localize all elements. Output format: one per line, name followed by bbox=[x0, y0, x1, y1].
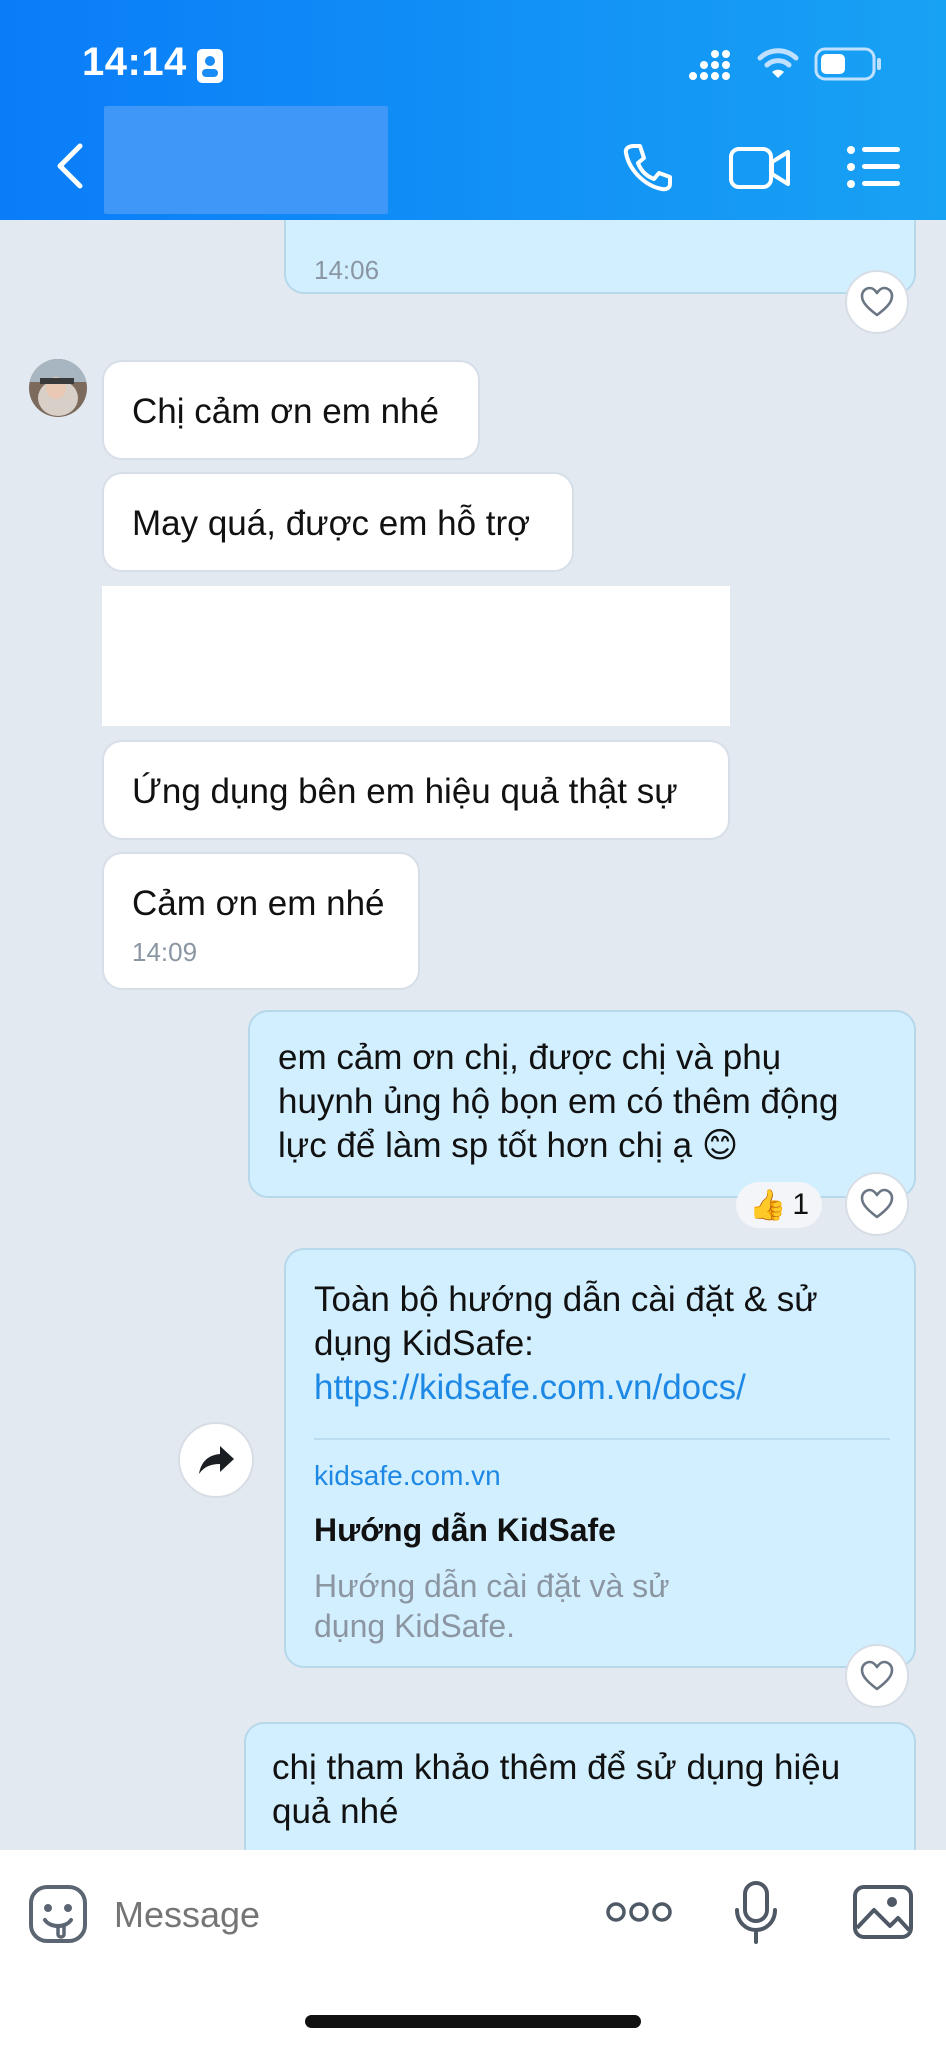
message-input[interactable] bbox=[112, 1886, 576, 1944]
message-bubble-incoming[interactable]: Chị cảm ơn em nhé bbox=[102, 360, 480, 460]
like-button[interactable] bbox=[845, 1644, 909, 1708]
back-arrow-icon[interactable] bbox=[52, 142, 88, 190]
menu-list-icon[interactable] bbox=[846, 144, 902, 190]
status-time: 14:14 bbox=[82, 40, 187, 84]
chat-header: 14:14 bbox=[0, 0, 946, 220]
message-text: May quá, được em hỗ trợ bbox=[132, 504, 531, 543]
message-text-line: chị tham khảo thêm để sử dụng hiệu bbox=[272, 1748, 841, 1787]
forward-arrow-icon bbox=[199, 1446, 234, 1474]
microphone-icon[interactable] bbox=[734, 1880, 778, 1946]
thumbs-up-icon: 👍 bbox=[748, 1188, 787, 1222]
forward-button[interactable] bbox=[178, 1422, 254, 1498]
like-button[interactable] bbox=[845, 1172, 909, 1236]
preview-description-line: Hướng dẫn cài đặt và sử bbox=[314, 1568, 670, 1604]
message-bubble-outgoing[interactable]: 14:06 bbox=[284, 220, 916, 294]
heart-icon bbox=[860, 286, 894, 317]
message-bubble-outgoing-link[interactable]: Toàn bộ hướng dẫn cài đặt & sử dụng KidS… bbox=[284, 1248, 916, 1668]
message-time: 14:06 bbox=[314, 255, 380, 285]
message-text: Ứng dụng bên em hiệu quả thật sự bbox=[132, 772, 678, 811]
home-indicator[interactable] bbox=[305, 2015, 641, 2028]
image-gallery-icon[interactable] bbox=[852, 1884, 914, 1940]
message-bubble-incoming[interactable]: Ứng dụng bên em hiệu quả thật sự bbox=[102, 740, 730, 840]
phone-call-icon[interactable] bbox=[620, 140, 674, 194]
preview-description-line: dụng KidSafe. bbox=[314, 1608, 516, 1644]
message-text-line: Toàn bộ hướng dẫn cài đặt & sử bbox=[314, 1280, 818, 1319]
preview-title[interactable]: Hướng dẫn KidSafe bbox=[314, 1510, 616, 1550]
heart-icon bbox=[860, 1660, 894, 1691]
wifi-icon bbox=[757, 48, 799, 78]
message-text-line: em cảm ơn chị, được chị và phụ bbox=[278, 1038, 782, 1077]
message-text-line: huynh ủng hộ bọn em có thêm động bbox=[278, 1082, 839, 1121]
battery-icon bbox=[814, 47, 881, 81]
heart-icon bbox=[860, 1188, 894, 1219]
sticker-icon[interactable] bbox=[28, 1884, 88, 1944]
contact-name[interactable] bbox=[104, 106, 388, 214]
message-list[interactable]: 14:06 Chị cảm ơn em nhé May quá, được em… bbox=[0, 220, 946, 1850]
preview-domain[interactable]: kidsafe.com.vn bbox=[314, 1458, 501, 1494]
more-options-icon[interactable] bbox=[606, 1900, 672, 1924]
message-text-line: lực để làm sp tốt hơn chị ạ 😊 bbox=[278, 1126, 739, 1165]
message-link[interactable]: https://kidsafe.com.vn/docs/ bbox=[314, 1366, 894, 1410]
reaction-count: 1 bbox=[792, 1188, 810, 1221]
video-call-icon[interactable] bbox=[728, 144, 792, 192]
message-text-line: dụng KidSafe: bbox=[314, 1324, 534, 1363]
message-bubble-outgoing[interactable]: chị tham khảo thêm để sử dụng hiệu quả n… bbox=[244, 1722, 916, 1850]
redacted-message bbox=[102, 586, 730, 726]
message-text: Chị cảm ơn em nhé bbox=[132, 392, 439, 431]
cellular-signal-icon bbox=[689, 50, 730, 80]
message-bubble-incoming[interactable]: Cảm ơn em nhé 14:09 bbox=[102, 852, 420, 990]
like-button[interactable] bbox=[845, 270, 909, 334]
id-card-icon bbox=[197, 49, 223, 83]
reaction-badge[interactable]: 👍 1 bbox=[736, 1182, 822, 1228]
message-time: 14:09 bbox=[132, 937, 198, 967]
message-text-line: quả nhé bbox=[272, 1792, 399, 1831]
preview-divider bbox=[314, 1438, 890, 1440]
avatar[interactable] bbox=[28, 358, 88, 418]
message-bubble-outgoing[interactable]: em cảm ơn chị, được chị và phụ huynh ủng… bbox=[248, 1010, 916, 1198]
message-text: Cảm ơn em nhé bbox=[132, 884, 385, 923]
message-bubble-incoming[interactable]: May quá, được em hỗ trợ bbox=[102, 472, 574, 572]
